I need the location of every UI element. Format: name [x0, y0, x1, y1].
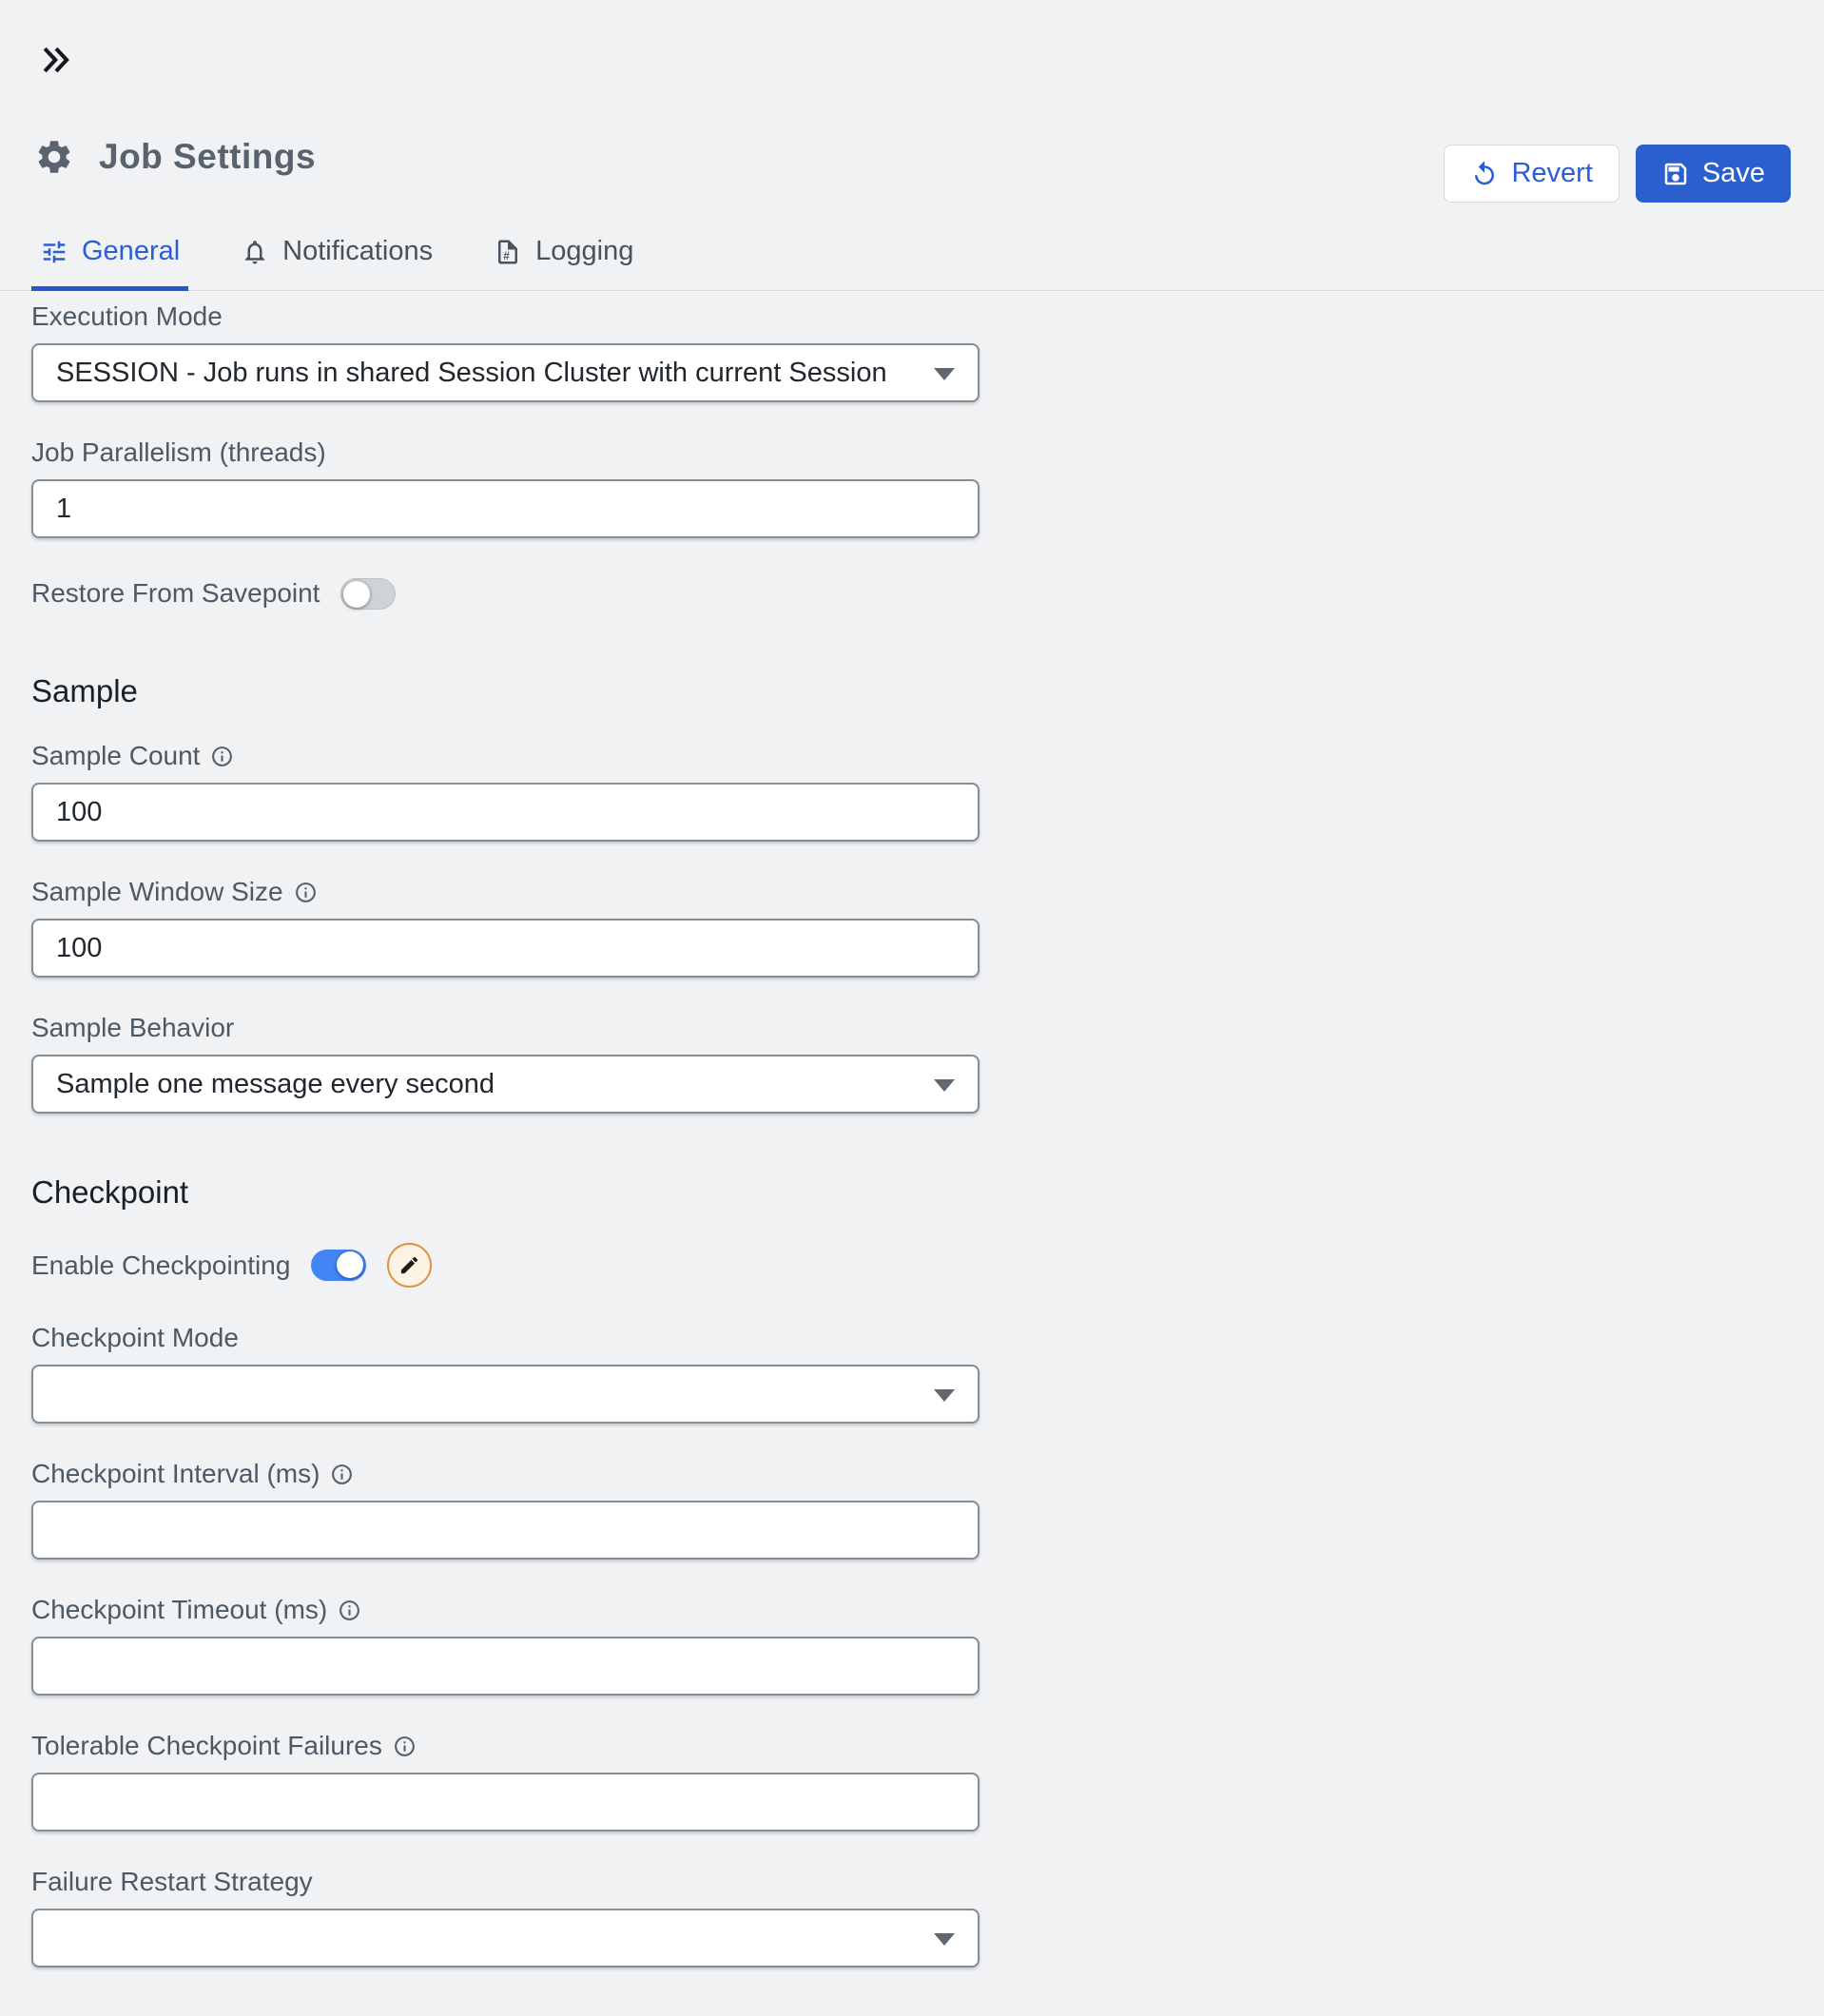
- field-failure-restart-strategy: Failure Restart Strategy: [31, 1868, 980, 1968]
- enable-checkpointing-toggle[interactable]: [311, 1250, 366, 1281]
- chevron-down-icon: [934, 1389, 955, 1402]
- sliders-icon: [40, 238, 68, 266]
- tolerable-checkpoint-failures-label-text: Tolerable Checkpoint Failures: [31, 1731, 382, 1761]
- sample-count-label-text: Sample Count: [31, 741, 200, 771]
- sample-window-size-label-text: Sample Window Size: [31, 877, 283, 907]
- chevron-down-icon: [934, 1079, 955, 1092]
- execution-mode-select[interactable]: SESSION - Job runs in shared Session Clu…: [31, 343, 980, 402]
- field-enable-checkpointing: Enable Checkpointing: [31, 1243, 980, 1288]
- tab-general[interactable]: General: [31, 236, 188, 291]
- checkpoint-interval-label: Checkpoint Interval (ms): [31, 1460, 980, 1488]
- floppy-disk-icon: [1661, 160, 1690, 188]
- field-checkpoint-interval: Checkpoint Interval (ms): [31, 1460, 980, 1560]
- restore-from-savepoint-label: Restore From Savepoint: [31, 579, 320, 608]
- sidebar-collapse-button[interactable]: [38, 42, 74, 78]
- field-sample-count: Sample Count: [31, 742, 980, 842]
- field-sample-window-size: Sample Window Size: [31, 878, 980, 978]
- save-button-label: Save: [1702, 158, 1765, 189]
- checkpoint-timeout-label-text: Checkpoint Timeout (ms): [31, 1595, 327, 1625]
- undo-icon: [1470, 160, 1499, 188]
- tolerable-checkpoint-failures-input[interactable]: [33, 1774, 978, 1830]
- info-icon[interactable]: [294, 881, 318, 904]
- page-header: Job Settings: [34, 137, 316, 177]
- checkpoint-timeout-input[interactable]: [33, 1638, 978, 1694]
- toggle-knob: [343, 581, 370, 608]
- checkpoint-section-title: Checkpoint: [31, 1174, 980, 1211]
- failure-restart-strategy-label: Failure Restart Strategy: [31, 1868, 980, 1896]
- info-icon[interactable]: [338, 1599, 361, 1622]
- checkpoint-mode-label: Checkpoint Mode: [31, 1324, 980, 1352]
- restore-from-savepoint-toggle[interactable]: [340, 578, 396, 610]
- tab-bar: General Notifications # Logging: [0, 236, 1824, 291]
- chevron-down-icon: [934, 1933, 955, 1946]
- tab-general-label: General: [82, 236, 180, 267]
- page-title: Job Settings: [99, 137, 316, 177]
- checkpoint-timeout-label: Checkpoint Timeout (ms): [31, 1596, 980, 1624]
- revert-button-label: Revert: [1511, 158, 1592, 189]
- save-button[interactable]: Save: [1636, 145, 1791, 203]
- toggle-knob: [337, 1251, 363, 1278]
- tab-logging-label: Logging: [535, 236, 633, 267]
- field-checkpoint-mode: Checkpoint Mode: [31, 1324, 980, 1424]
- field-restore-from-savepoint: Restore From Savepoint: [31, 574, 980, 612]
- execution-mode-label: Execution Mode: [31, 302, 980, 331]
- log-file-icon: #: [494, 238, 522, 266]
- sample-count-label: Sample Count: [31, 742, 980, 770]
- field-execution-mode: Execution Mode SESSION - Job runs in sha…: [31, 302, 980, 402]
- svg-text:#: #: [503, 249, 510, 262]
- tolerable-checkpoint-failures-label: Tolerable Checkpoint Failures: [31, 1732, 980, 1760]
- sample-behavior-select[interactable]: Sample one message every second: [31, 1055, 980, 1114]
- tab-logging[interactable]: # Logging: [485, 236, 642, 291]
- tolerable-checkpoint-failures-field: [31, 1773, 980, 1832]
- job-parallelism-label: Job Parallelism (threads): [31, 438, 980, 467]
- bell-icon: [241, 238, 269, 266]
- info-icon[interactable]: [330, 1463, 354, 1486]
- execution-mode-value: SESSION - Job runs in shared Session Clu…: [33, 358, 944, 389]
- field-checkpoint-timeout: Checkpoint Timeout (ms): [31, 1596, 980, 1696]
- sample-window-size-input[interactable]: [33, 921, 978, 976]
- sample-section-title: Sample: [31, 673, 980, 709]
- sample-count-input[interactable]: [33, 785, 978, 840]
- double-chevron-right-icon: [38, 42, 74, 78]
- info-icon[interactable]: [393, 1735, 417, 1758]
- sample-window-size-field: [31, 919, 980, 978]
- chevron-down-icon: [934, 368, 955, 380]
- checkpoint-interval-input[interactable]: [33, 1502, 978, 1558]
- info-icon[interactable]: [210, 745, 234, 768]
- tab-notifications[interactable]: Notifications: [232, 236, 441, 291]
- edit-checkpointing-button[interactable]: [387, 1243, 432, 1288]
- gear-icon: [34, 137, 74, 177]
- checkpoint-mode-select[interactable]: [31, 1365, 980, 1424]
- header-actions: Revert Save: [1444, 145, 1791, 203]
- sample-window-size-label: Sample Window Size: [31, 878, 980, 906]
- checkpoint-interval-label-text: Checkpoint Interval (ms): [31, 1459, 320, 1489]
- field-sample-behavior: Sample Behavior Sample one message every…: [31, 1014, 980, 1114]
- enable-checkpointing-label: Enable Checkpointing: [31, 1251, 290, 1280]
- checkpoint-interval-field: [31, 1501, 980, 1560]
- job-parallelism-input[interactable]: [33, 481, 978, 536]
- checkpoint-timeout-field: [31, 1637, 980, 1696]
- tab-notifications-label: Notifications: [282, 236, 433, 267]
- failure-restart-strategy-select[interactable]: [31, 1909, 980, 1968]
- revert-button[interactable]: Revert: [1444, 145, 1619, 203]
- sample-behavior-value: Sample one message every second: [33, 1069, 552, 1100]
- pencil-icon: [398, 1254, 420, 1276]
- general-tab-panel: Execution Mode SESSION - Job runs in sha…: [31, 302, 980, 2004]
- sample-count-field: [31, 783, 980, 842]
- field-job-parallelism: Job Parallelism (threads): [31, 438, 980, 538]
- job-parallelism-field: [31, 479, 980, 538]
- field-tolerable-checkpoint-failures: Tolerable Checkpoint Failures: [31, 1732, 980, 1832]
- sample-behavior-label: Sample Behavior: [31, 1014, 980, 1042]
